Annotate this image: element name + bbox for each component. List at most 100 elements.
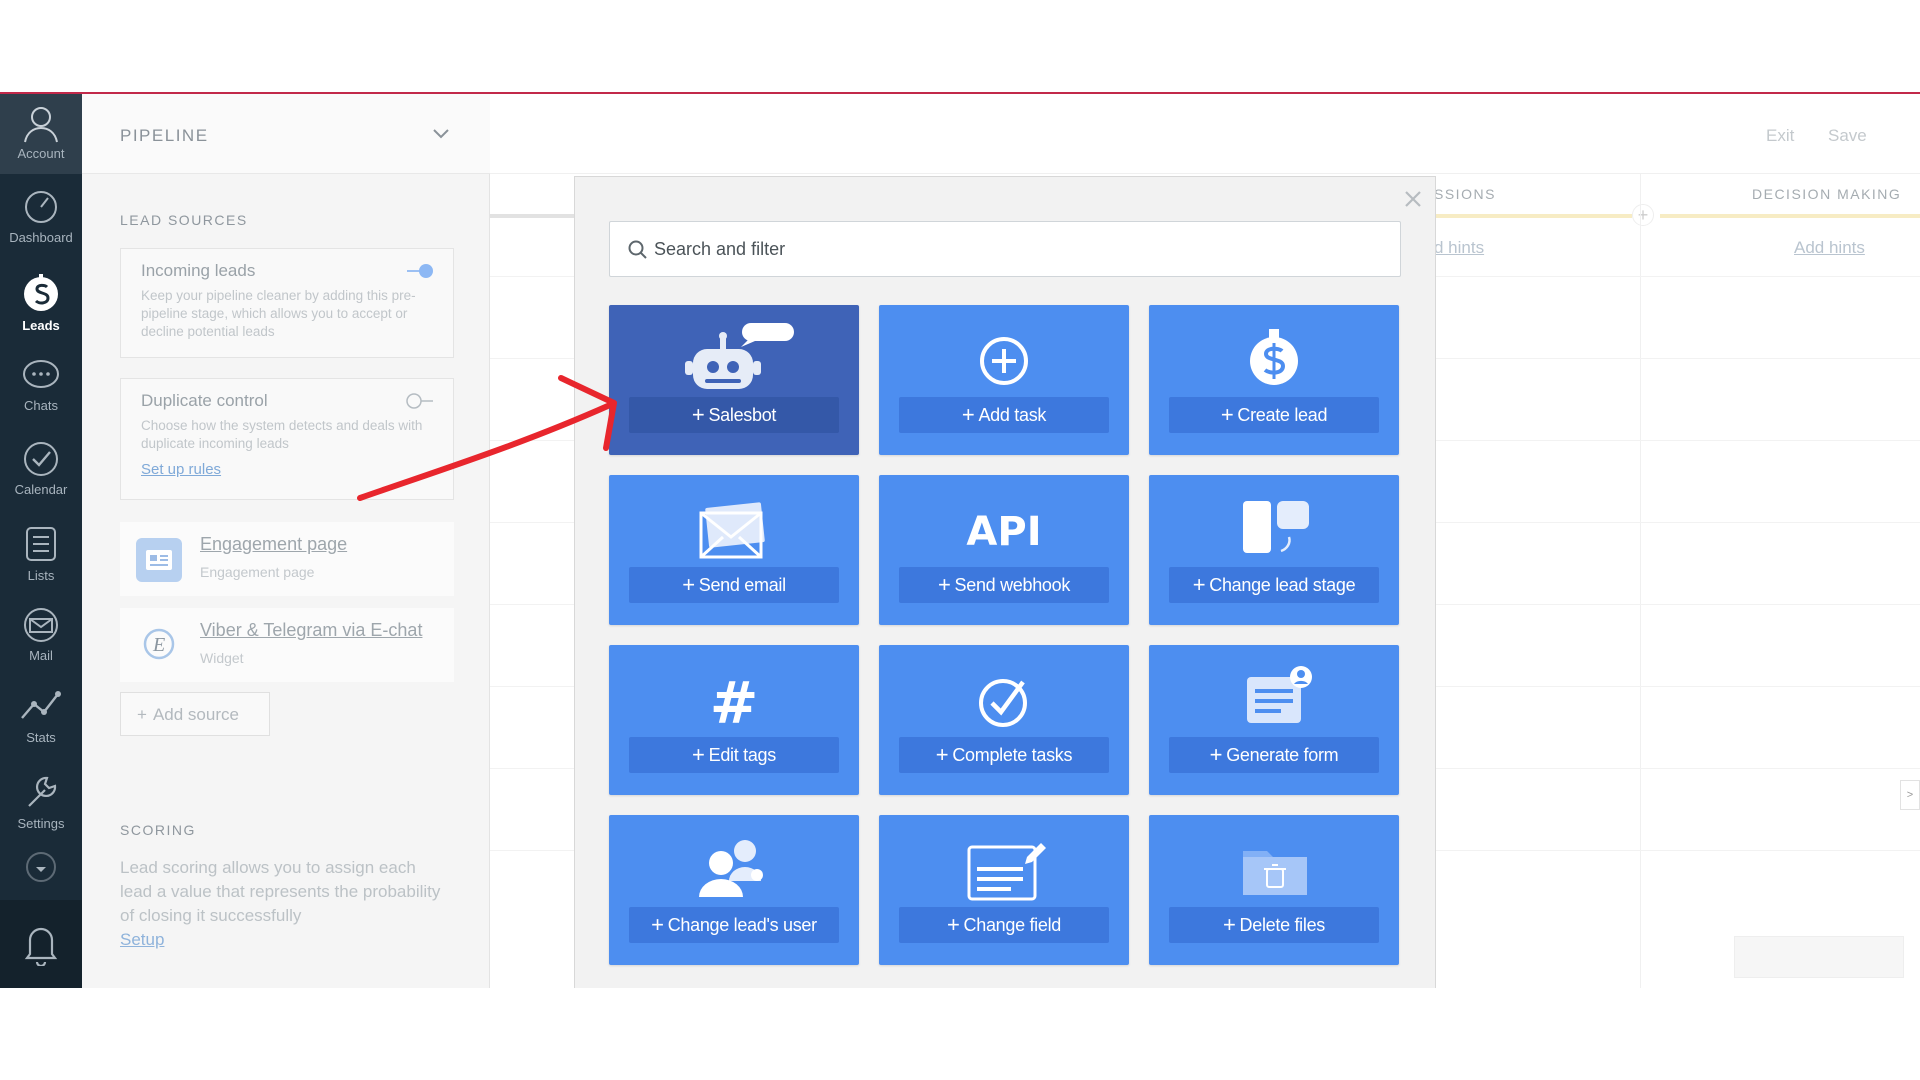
check-circle-icon bbox=[979, 679, 1027, 727]
plus-icon: + bbox=[137, 705, 147, 724]
stage-divider bbox=[1640, 174, 1641, 988]
nav-label: Calendar bbox=[14, 482, 68, 497]
expand-side-button[interactable]: > bbox=[1900, 780, 1920, 810]
nav-stats[interactable]: Stats bbox=[0, 674, 82, 758]
incoming-leads-title: Incoming leads bbox=[141, 261, 256, 280]
stage-name: DECISION MAKING bbox=[1752, 186, 1902, 202]
nav-settings[interactable]: Settings bbox=[0, 758, 82, 842]
nav-lists[interactable]: Lists bbox=[0, 510, 82, 594]
nav-calendar[interactable]: Calendar bbox=[0, 426, 82, 510]
nav-account[interactable]: Account bbox=[0, 94, 82, 174]
add-source-button[interactable]: + Add source bbox=[120, 692, 270, 736]
stage-icon bbox=[1243, 501, 1309, 553]
chats-icon bbox=[23, 360, 59, 388]
add-task-button[interactable]: + Add task bbox=[899, 397, 1109, 433]
dollar-icon bbox=[1250, 329, 1298, 385]
tile-label: Change lead's user bbox=[667, 915, 817, 935]
delete-files-button[interactable]: + Delete files bbox=[1169, 907, 1379, 943]
tile-label: Salesbot bbox=[708, 405, 777, 425]
trigger-selection-modal: +Salesbot +Add task +Create lead +Send e… bbox=[574, 176, 1436, 988]
change-lead-stage-button[interactable]: + Change lead stage bbox=[1169, 567, 1379, 603]
plus-icon: + bbox=[1220, 402, 1234, 427]
tile-label: Add task bbox=[978, 405, 1047, 425]
nav-label: Account bbox=[17, 146, 65, 161]
nav-label: Mail bbox=[29, 648, 53, 663]
main-nav: Account Dashboard Leads Chats Calendar L… bbox=[0, 94, 82, 988]
scoring-desc: Lead scoring allows you to assign each l… bbox=[120, 858, 441, 925]
scoring-setup-link[interactable]: Setup bbox=[120, 930, 164, 950]
close-icon[interactable] bbox=[1401, 187, 1425, 211]
nav-more[interactable] bbox=[0, 840, 82, 890]
duplicate-control-title: Duplicate control bbox=[141, 391, 268, 410]
folder-trash-icon bbox=[1243, 851, 1307, 895]
pipeline-settings-panel: PIPELINE LEAD SOURCES Incoming leads Kee… bbox=[82, 94, 490, 988]
stage-bar bbox=[1434, 214, 1632, 218]
plus-icon: + bbox=[1209, 742, 1223, 767]
tile-change-field[interactable]: + Change field bbox=[879, 815, 1129, 965]
add-stage-button[interactable]: + bbox=[1632, 204, 1654, 226]
change-leads-user-button[interactable]: + Change lead's user bbox=[629, 907, 839, 943]
send-email-button[interactable]: + Send email bbox=[629, 567, 839, 603]
send-webhook-button[interactable]: + Send webhook bbox=[899, 567, 1109, 603]
dashboard-icon bbox=[25, 191, 57, 223]
stats-icon bbox=[21, 691, 61, 719]
tile-add-task[interactable]: + Add task bbox=[879, 305, 1129, 455]
tile-label: Complete tasks bbox=[952, 745, 1073, 765]
incoming-leads-card: Incoming leads Keep your pipeline cleane… bbox=[120, 248, 454, 358]
nav-label: Dashboard bbox=[9, 230, 73, 245]
set-up-rules-link[interactable]: Set up rules bbox=[141, 461, 221, 478]
echat-logo-icon: E bbox=[136, 624, 182, 668]
tile-label: Create lead bbox=[1237, 405, 1328, 425]
users-icon bbox=[699, 840, 763, 897]
salesbot-button[interactable]: + Salesbot bbox=[629, 397, 839, 433]
mail-icon bbox=[24, 608, 58, 642]
plus-icon: + bbox=[1192, 572, 1206, 597]
add-hints-link[interactable]: Add hints bbox=[1794, 238, 1865, 258]
add-hints-link[interactable]: d hints bbox=[1434, 238, 1484, 258]
source-name: Engagement page bbox=[200, 534, 348, 554]
chevron-down-icon[interactable] bbox=[432, 124, 450, 142]
nav-dashboard[interactable]: Dashboard bbox=[0, 174, 82, 258]
plus-icon: + bbox=[651, 912, 664, 937]
plus-icon: + bbox=[961, 402, 975, 427]
tile-change-leads-user[interactable]: + Change lead's user bbox=[609, 815, 859, 965]
plus-icon: + bbox=[935, 742, 949, 767]
tile-delete-files[interactable]: + Delete files bbox=[1149, 815, 1399, 965]
tile-send-webhook[interactable]: API + Send webhook bbox=[879, 475, 1129, 625]
tile-edit-tags[interactable]: # + Edit tags bbox=[609, 645, 859, 795]
save-button[interactable]: Save bbox=[1828, 126, 1867, 146]
source-engagement-page[interactable]: Engagement page Engagement page bbox=[120, 522, 454, 596]
envelope-icon bbox=[699, 502, 765, 559]
echat-logo-letter: E bbox=[152, 634, 165, 656]
plus-icon: + bbox=[682, 572, 695, 597]
duplicate-control-toggle[interactable] bbox=[405, 393, 435, 409]
nav-mail[interactable]: Mail bbox=[0, 592, 82, 676]
complete-tasks-button[interactable]: + Complete tasks bbox=[899, 737, 1109, 773]
tile-create-lead[interactable]: + Create lead bbox=[1149, 305, 1399, 455]
generate-form-button[interactable]: + Generate form bbox=[1169, 737, 1379, 773]
incoming-leads-toggle[interactable] bbox=[405, 263, 435, 279]
hashtag-icon-text: # bbox=[710, 669, 759, 737]
tile-complete-tasks[interactable]: + Complete tasks bbox=[879, 645, 1129, 795]
pipeline-selector[interactable]: PIPELINE bbox=[82, 94, 490, 174]
exit-button[interactable]: Exit bbox=[1766, 126, 1794, 146]
tile-change-lead-stage[interactable]: + Change lead stage bbox=[1149, 475, 1399, 625]
tile-send-email[interactable]: + Send email bbox=[609, 475, 859, 625]
stage-bar bbox=[490, 214, 580, 218]
search-input[interactable] bbox=[654, 222, 1384, 276]
robot-icon bbox=[685, 323, 794, 389]
tile-salesbot[interactable]: + Salesbot bbox=[609, 305, 859, 455]
search-icon bbox=[628, 240, 647, 259]
create-lead-button[interactable]: + Create lead bbox=[1169, 397, 1379, 433]
tile-generate-form[interactable]: + Generate form bbox=[1149, 645, 1399, 795]
api-icon: API bbox=[966, 509, 1041, 555]
pipeline-title: PIPELINE bbox=[120, 126, 209, 145]
incoming-leads-desc: Keep your pipeline cleaner by adding thi… bbox=[141, 288, 416, 339]
edit-tags-button[interactable]: + Edit tags bbox=[629, 737, 839, 773]
chevron-down-icon bbox=[26, 852, 56, 882]
notifications-button[interactable] bbox=[0, 900, 82, 988]
nav-leads[interactable]: Leads bbox=[0, 258, 82, 342]
change-field-button[interactable]: + Change field bbox=[899, 907, 1109, 943]
nav-chats[interactable]: Chats bbox=[0, 342, 82, 426]
source-viber-telegram[interactable]: E Viber & Telegram via E-chat Widget bbox=[120, 608, 454, 682]
